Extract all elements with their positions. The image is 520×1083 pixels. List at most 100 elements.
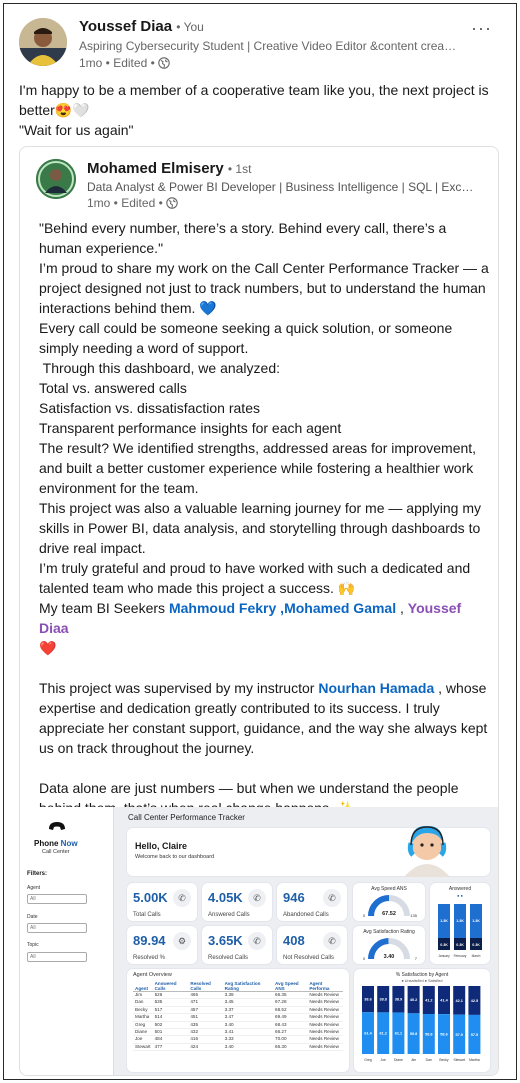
table-cell: 471 (188, 998, 223, 1007)
dashboard-image[interactable]: Phone Now Call Center Filters: Agent All… (22, 807, 498, 1075)
filter-topic-label: Topic (27, 942, 39, 948)
more-options-button[interactable]: ··· (471, 18, 492, 39)
table-cell: 66.35 (273, 991, 308, 1000)
body-paragraph: This project was also a valuable learnin… (39, 500, 481, 556)
brand-name: Phone Now (34, 839, 78, 848)
team-prefix: My team BI Seekers (39, 600, 169, 616)
red-heart-emoji: ❤️ (39, 640, 57, 656)
table-cell: Becky (133, 1006, 153, 1015)
table-cell: 67.28 (273, 998, 308, 1007)
bar-bottom-label: 57.9 (456, 1033, 463, 1037)
mention-separator: , (276, 600, 285, 616)
kpi-total-calls: 5.00K Total Calls ✆ (127, 883, 197, 921)
chart-title: % Satisfaction by Agent (395, 972, 449, 978)
table-header[interactable]: Avg Satisfaction Rating (222, 981, 274, 992)
author-avatar[interactable] (19, 18, 67, 66)
team-line: My team BI Seekers Mahmoud Fekry ,Mohame… (39, 598, 489, 638)
table-header[interactable]: Agent Performa (307, 981, 343, 992)
shared-author-avatar[interactable] (36, 159, 76, 199)
raised-hands-emoji: 🙌 (337, 580, 356, 596)
filter-agent-select[interactable]: All (27, 894, 87, 904)
table-cell: 432 (188, 1028, 223, 1037)
bar-top-label: 42.5 (471, 999, 478, 1003)
table-row: Diane 501 432 3.41 66.27 Needs Review (133, 1028, 343, 1037)
bar-category-label: January (438, 954, 450, 958)
brand-subtitle: Call Center (42, 849, 70, 855)
table-cell: 68.52 (273, 1006, 308, 1015)
bar-category-label: Dan (426, 1058, 432, 1062)
filter-date-select[interactable]: All (27, 923, 87, 933)
bar-category-label: February (454, 954, 467, 958)
phone-in-icon: ✆ (248, 889, 266, 907)
post-text-emoji: 😍🤍 (54, 102, 90, 118)
table-cell: Needs Review (307, 991, 343, 1000)
bar-category-label: Greg (364, 1058, 372, 1062)
author-name-text[interactable]: Youssef Diaa (79, 18, 172, 35)
body-paragraph: I’m truly grateful and proud to have wor… (39, 558, 489, 598)
mention-link[interactable]: Mohamed Gamal (284, 600, 396, 616)
bar-bottom-label: 0.3K (472, 943, 480, 947)
gear-icon: ⚙ (173, 932, 191, 950)
bar-top-label: 1.3K (440, 919, 448, 923)
table-cell: 526 (152, 991, 189, 1000)
shared-post-card[interactable]: Mohamed Elmisery • 1st Data Analyst & Po… (19, 146, 499, 1076)
kpi-value: 89.94 (133, 933, 166, 948)
body-list-item: Total vs. answered calls (39, 380, 187, 396)
table-row: Jim 526 465 3.39 66.35 Needs Review (133, 991, 343, 1000)
welcome-text: Welcome back to our dashboard (135, 854, 215, 860)
shared-author-name[interactable]: Mohamed Elmisery • 1st (87, 160, 251, 177)
table-header[interactable]: Avg Speed ANS (273, 981, 308, 992)
table-cell: 477 (152, 1043, 189, 1052)
table-cell: 514 (152, 1013, 189, 1022)
table-cell: 68.43 (273, 1021, 308, 1030)
mention-link[interactable]: Mahmoud Fekry (169, 600, 276, 616)
shared-author-text[interactable]: Mohamed Elmisery (87, 160, 224, 177)
chart-legend: ● ● (457, 893, 463, 898)
table-header[interactable]: Agent (133, 981, 153, 992)
blue-heart-emoji: 💙 (199, 300, 217, 316)
table-header[interactable]: Resolved Calls (188, 981, 223, 992)
table-cell: 66.27 (273, 1028, 308, 1037)
table-row: Martha 514 451 3.47 69.49 Needs Review (133, 1013, 343, 1022)
shared-post-meta: 1mo • Edited • (87, 196, 178, 210)
post-author-name[interactable]: Youssef Diaa • You (79, 18, 204, 35)
table-cell: Jim (133, 991, 153, 1000)
agent-overview-table: Agent Overview Agent Answered Calls Resolv… (127, 969, 349, 1072)
kpi-abandoned-calls: 946 Abandoned Calls ✆ (277, 883, 347, 921)
kpi-value: 3.65K (208, 933, 243, 948)
shared-post-time: 1mo • Edited • (87, 196, 163, 210)
satisfaction-by-agent-chart: % Satisfaction by Agent ● Unsatisfied ● … (354, 969, 490, 1072)
bar-top-label: 1.3K (456, 919, 464, 923)
kpi-value: 408 (283, 933, 305, 948)
author-headline: Aspiring Cybersecurity Student | Creativ… (79, 39, 457, 53)
body-text: This project was supervised by my instru… (39, 680, 319, 696)
table-cell: Needs Review (307, 1006, 343, 1015)
kpi-value: 946 (283, 890, 305, 905)
bar-top-label: 41.4 (440, 999, 448, 1003)
mention-link[interactable]: Nourhan Hamada (318, 680, 434, 696)
mention-separator: , (396, 600, 408, 616)
bar-category-label: Diane (394, 1058, 403, 1062)
overview-table: Agent Answered Calls Resolved Calls Avg Sat… (133, 981, 343, 1052)
phone-check-icon: ✆ (248, 932, 266, 950)
filter-topic-select[interactable]: All (27, 952, 87, 962)
kpi-resolved-calls: 3.65K Resolved Calls ✆ (202, 926, 272, 964)
bar-bottom-label: 59.8 (410, 1032, 417, 1036)
supervisor-paragraph: This project was supervised by my instru… (39, 678, 489, 758)
table-header[interactable]: Answered Calls (152, 981, 189, 992)
bar-category-label: Joe (380, 1058, 386, 1062)
shared-author-headline: Data Analyst & Power BI Developer | Busi… (87, 180, 477, 194)
answered-chart: Answered ● ● 1.3K 0.3K January 1.3K 0.3K Febr… (430, 883, 490, 964)
kpi-label: Resolved % (133, 955, 166, 961)
table-cell: 3.41 (222, 1028, 274, 1037)
bar-bottom-label: 58.8 (425, 1033, 432, 1037)
table-cell: Martha (133, 1013, 153, 1022)
table-cell: 435 (188, 1021, 223, 1030)
answered-bars: 1.3K 0.3K January 1.3K 0.3K February 1.3K 0.3K M… (438, 904, 482, 958)
chart-legend: ● Unsatisfied ● Satisfied (401, 979, 443, 983)
table-cell: 501 (152, 1028, 189, 1037)
gauge-max: 7 (414, 956, 417, 961)
table-cell: Needs Review (307, 1028, 343, 1037)
table-cell: 457 (188, 1006, 223, 1015)
